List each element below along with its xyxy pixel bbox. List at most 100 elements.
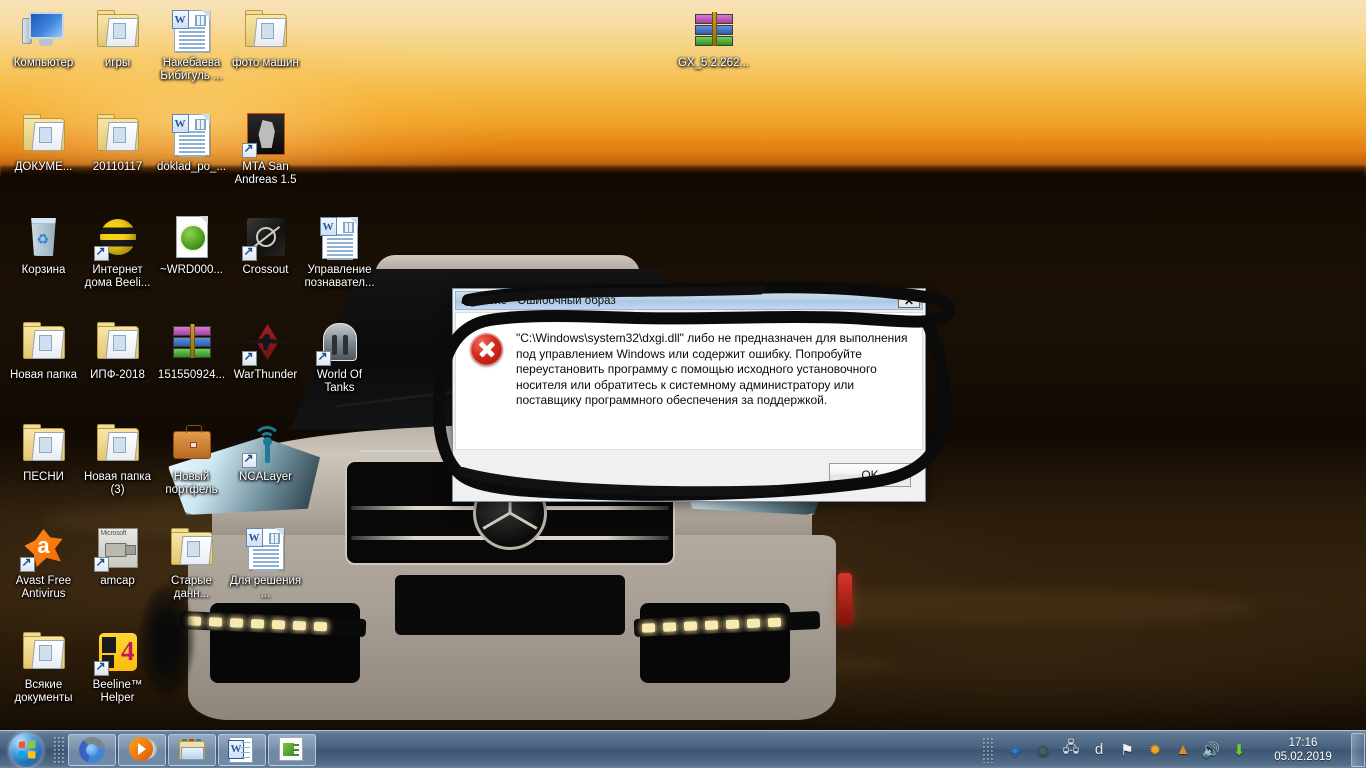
taskbar-button-presenter[interactable] (268, 733, 316, 766)
clock[interactable]: 17:16 05.02.2019 (1261, 736, 1345, 764)
doc-icon: W (168, 6, 216, 54)
desktop-icon-label: Avast Free Antivirus (15, 575, 72, 600)
error-icon (470, 333, 503, 366)
taskbar-grip[interactable] (53, 735, 64, 764)
show-desktop-button[interactable] (1351, 732, 1365, 767)
desktop-icon-world-of-tanks[interactable]: World Of Tanks (302, 318, 377, 394)
shortcut-overlay-icon (241, 141, 257, 158)
desktop-icon-label: Всякие документы (14, 679, 73, 704)
presentation-icon (279, 736, 305, 763)
desktop-icon-label: MTA San Andreas 1.5 (234, 161, 297, 186)
desktop-icon-vsyakie-dok[interactable]: Всякие документы (6, 628, 81, 704)
dialog-titlebar[interactable]: aces.exe - Ошибочный образ ✕ (455, 291, 923, 310)
desktop-icon-label: Для решения ... (229, 575, 302, 600)
desktop-icon-20110117[interactable]: 20110117 (80, 110, 155, 174)
update-alert-icon[interactable]: ▲ (1173, 740, 1193, 760)
desktop-icon-beeline-helper[interactable]: 4 Beeline™ Helper (80, 628, 155, 704)
avast-icon: a (19, 524, 68, 572)
monitor-icon (20, 6, 68, 54)
d-letter-icon[interactable]: d (1089, 740, 1109, 760)
shortcut-overlay-icon (93, 244, 109, 261)
folder-icon (20, 420, 68, 468)
desktop-icon-igry[interactable]: игры (80, 6, 155, 70)
shortcut-overlay-icon (315, 349, 331, 366)
desktop-icon-label: Управление познавател... (304, 264, 375, 289)
avast-gear-icon[interactable]: ✹ (1145, 740, 1165, 760)
desktop-icon-beeline-home[interactable]: Интернет дома Beeli... (80, 213, 155, 289)
desktop-icon-label: doklad_po_... (156, 161, 227, 173)
taskbar-button-word[interactable] (218, 733, 266, 766)
shortcut-overlay-icon (93, 659, 109, 676)
desktop-icon-foto-mashin[interactable]: фото машин (228, 6, 303, 70)
rar-icon (168, 318, 216, 366)
desktop-icon-label: ~WRD000... (160, 264, 223, 276)
shortcut-overlay-icon (241, 451, 257, 468)
dialog-title: aces.exe - Ошибочный образ (461, 294, 616, 307)
desktop-icon-label: GX_5.2.262... (678, 57, 749, 69)
wt-icon (241, 318, 290, 366)
desktop-icon-label: Crossout (242, 264, 289, 276)
desktop-icon-computer[interactable]: Компьютер (6, 6, 81, 70)
desktop-icon-mta-sa[interactable]: MTA San Andreas 1.5 (228, 110, 303, 186)
shortcut-overlay-icon (19, 555, 35, 572)
desktop-icon-amcap[interactable]: Microsoft amcap (80, 524, 155, 588)
doc-icon: W (242, 524, 290, 572)
desktop-icon-label: фото машин (232, 57, 299, 69)
amcap-icon: Microsoft (93, 524, 142, 572)
shortcut-overlay-icon (93, 555, 109, 572)
taskbar[interactable]: ◈ ◉ 🖧 d ⚑ ✹ ▲ 🔊 ⬇ 17:16 05.02.2019 (0, 730, 1366, 768)
desktop-icon-upravlenie[interactable]: W Управление познавател... (302, 213, 377, 289)
download-arrow-icon[interactable]: ⬇ (1229, 740, 1249, 760)
network-icon[interactable]: 🖧 (1061, 739, 1081, 760)
taskbar-button-media[interactable] (118, 733, 166, 766)
folder-icon (20, 628, 68, 676)
desktop-icon-label: Корзина (21, 264, 66, 276)
desktop-icon-ipf-2018[interactable]: ИПФ-2018 (80, 318, 155, 382)
flag-icon[interactable]: ⚑ (1117, 740, 1137, 760)
desktop-icon-label: 20110117 (92, 161, 143, 173)
desktop-icon-label: WarThunder (233, 369, 298, 381)
desktop-icon-pesni[interactable]: ПЕСНИ (6, 420, 81, 484)
desktop-icon-label: ПЕСНИ (23, 471, 64, 483)
shortcut-overlay-icon (241, 349, 257, 366)
nca-icon (241, 420, 290, 468)
desktop-icon-novaya-papka-3[interactable]: Новая папка (3) (80, 420, 155, 496)
error-dialog[interactable]: aces.exe - Ошибочный образ ✕ "C:\Windows… (452, 288, 926, 502)
desktop-icon-warthunder[interactable]: WarThunder (228, 318, 303, 382)
taskbar-button-explorer[interactable] (168, 733, 216, 766)
start-button[interactable] (2, 732, 50, 768)
doc-icon: W (168, 110, 216, 158)
beel-icon: 4 (93, 628, 142, 676)
desktop-icon-gx-archive[interactable]: GX_5.2.262... (676, 6, 751, 70)
steam-icon[interactable]: ◉ (1033, 740, 1053, 760)
chrome-icon (79, 736, 105, 763)
desktop-icon-starye-dann[interactable]: Старые данн... (154, 524, 229, 600)
desktop-icon-dokumenty[interactable]: ДОКУМЕ... (6, 110, 81, 174)
desktop-icon-korzina[interactable]: ♻ Корзина (6, 213, 81, 277)
desktop-icon-doklad[interactable]: Wdoklad_po_... (154, 110, 229, 174)
mta-icon (241, 110, 290, 158)
desktop-icon-novaya-papka[interactable]: Новая папка (6, 318, 81, 382)
desktop-icon-nakebaeva[interactable]: W Накебаева Бибигуль ... (154, 6, 229, 82)
taskbar-button-browser[interactable] (68, 733, 116, 766)
desktop-icon-label: 151550924... (157, 369, 226, 381)
shortcut-overlay-icon (241, 244, 257, 261)
rar-icon (690, 6, 738, 54)
desktop-icon-ncalayer[interactable]: NCALayer (228, 420, 303, 484)
desktop-icon-novyy-portfel[interactable]: Новый портфель (154, 420, 229, 496)
windows-logo-icon (9, 732, 43, 767)
volume-icon[interactable]: 🔊 (1201, 740, 1221, 760)
folder-explorer-icon (179, 738, 205, 761)
desktop-icon-label: Старые данн... (171, 575, 212, 600)
desktop-icon-wrd000[interactable]: ~WRD000... (154, 213, 229, 277)
wot-icon (315, 318, 364, 366)
desktop-icon-dlya-resheniya[interactable]: W Для решения ... (228, 524, 303, 600)
desktop-icon-crossout[interactable]: Crossout (228, 213, 303, 277)
desktop-icon-151550924[interactable]: 151550924... (154, 318, 229, 382)
tray-grip[interactable] (982, 736, 993, 763)
desktop-icon-avast[interactable]: a Avast Free Antivirus (6, 524, 81, 600)
media-player-icon (129, 736, 155, 763)
blue-diamond-icon[interactable]: ◈ (1005, 740, 1025, 760)
ok-button[interactable]: OK (829, 463, 911, 487)
close-icon[interactable]: ✕ (898, 293, 920, 308)
